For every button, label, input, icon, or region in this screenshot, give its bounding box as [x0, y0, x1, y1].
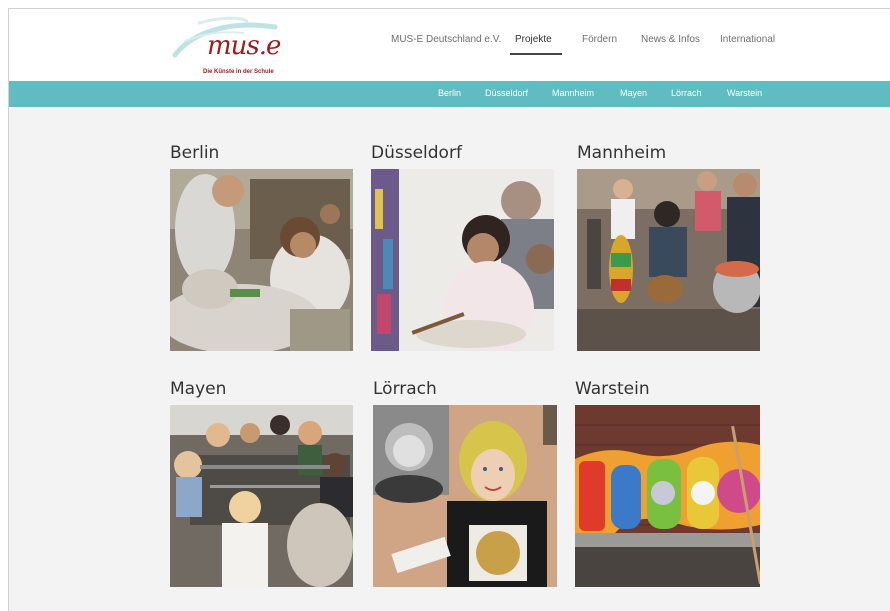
- nav-item-international[interactable]: International: [720, 33, 775, 47]
- city-subnav: Berlin Düsseldorf Mannheim Mayen Lörrach…: [9, 81, 890, 107]
- nav-item-projekte[interactable]: Projekte: [515, 33, 552, 47]
- project-title[interactable]: Mannheim: [577, 143, 666, 163]
- project-title[interactable]: Berlin: [170, 143, 219, 163]
- children-painting-sculpture-photo[interactable]: [170, 169, 353, 351]
- browser-viewport: mus.e Die Künste in der Schule MUS-E Deu…: [8, 8, 890, 611]
- site-logo[interactable]: mus.e Die Künste in der Schule: [165, 11, 313, 79]
- subnav-item-mayen[interactable]: Mayen: [620, 88, 647, 98]
- nav-item-mus-e-deutschland[interactable]: MUS-E Deutschland e.V.: [391, 33, 501, 47]
- logo-tagline: Die Künste in der Schule: [203, 69, 274, 75]
- project-title[interactable]: Düsseldorf: [371, 143, 462, 163]
- site-header: mus.e Die Künste in der Schule MUS-E Deu…: [9, 9, 890, 81]
- colorful-wall-mural-photo[interactable]: [575, 405, 760, 587]
- girl-painting-canvas-photo[interactable]: [371, 169, 554, 351]
- active-nav-underline: [510, 53, 562, 55]
- subnav-item-mannheim[interactable]: Mannheim: [552, 88, 594, 98]
- nav-item-foerdern[interactable]: Fördern: [582, 33, 617, 47]
- nav-item-news-infos[interactable]: News & Infos: [641, 33, 700, 47]
- subnav-item-berlin[interactable]: Berlin: [438, 88, 461, 98]
- subnav-item-duesseldorf[interactable]: Düsseldorf: [485, 88, 528, 98]
- self-portrait-collage-photo[interactable]: [373, 405, 557, 587]
- subnav-item-loerrach[interactable]: Lörrach: [671, 88, 702, 98]
- project-title[interactable]: Lörrach: [373, 379, 437, 399]
- logo-wordmark: mus.e: [207, 31, 281, 61]
- children-drumming-photo[interactable]: [577, 169, 760, 351]
- project-title[interactable]: Mayen: [170, 379, 226, 399]
- project-title[interactable]: Warstein: [575, 379, 650, 399]
- children-crafting-table-photo[interactable]: [170, 405, 353, 587]
- subnav-item-warstein[interactable]: Warstein: [727, 88, 762, 98]
